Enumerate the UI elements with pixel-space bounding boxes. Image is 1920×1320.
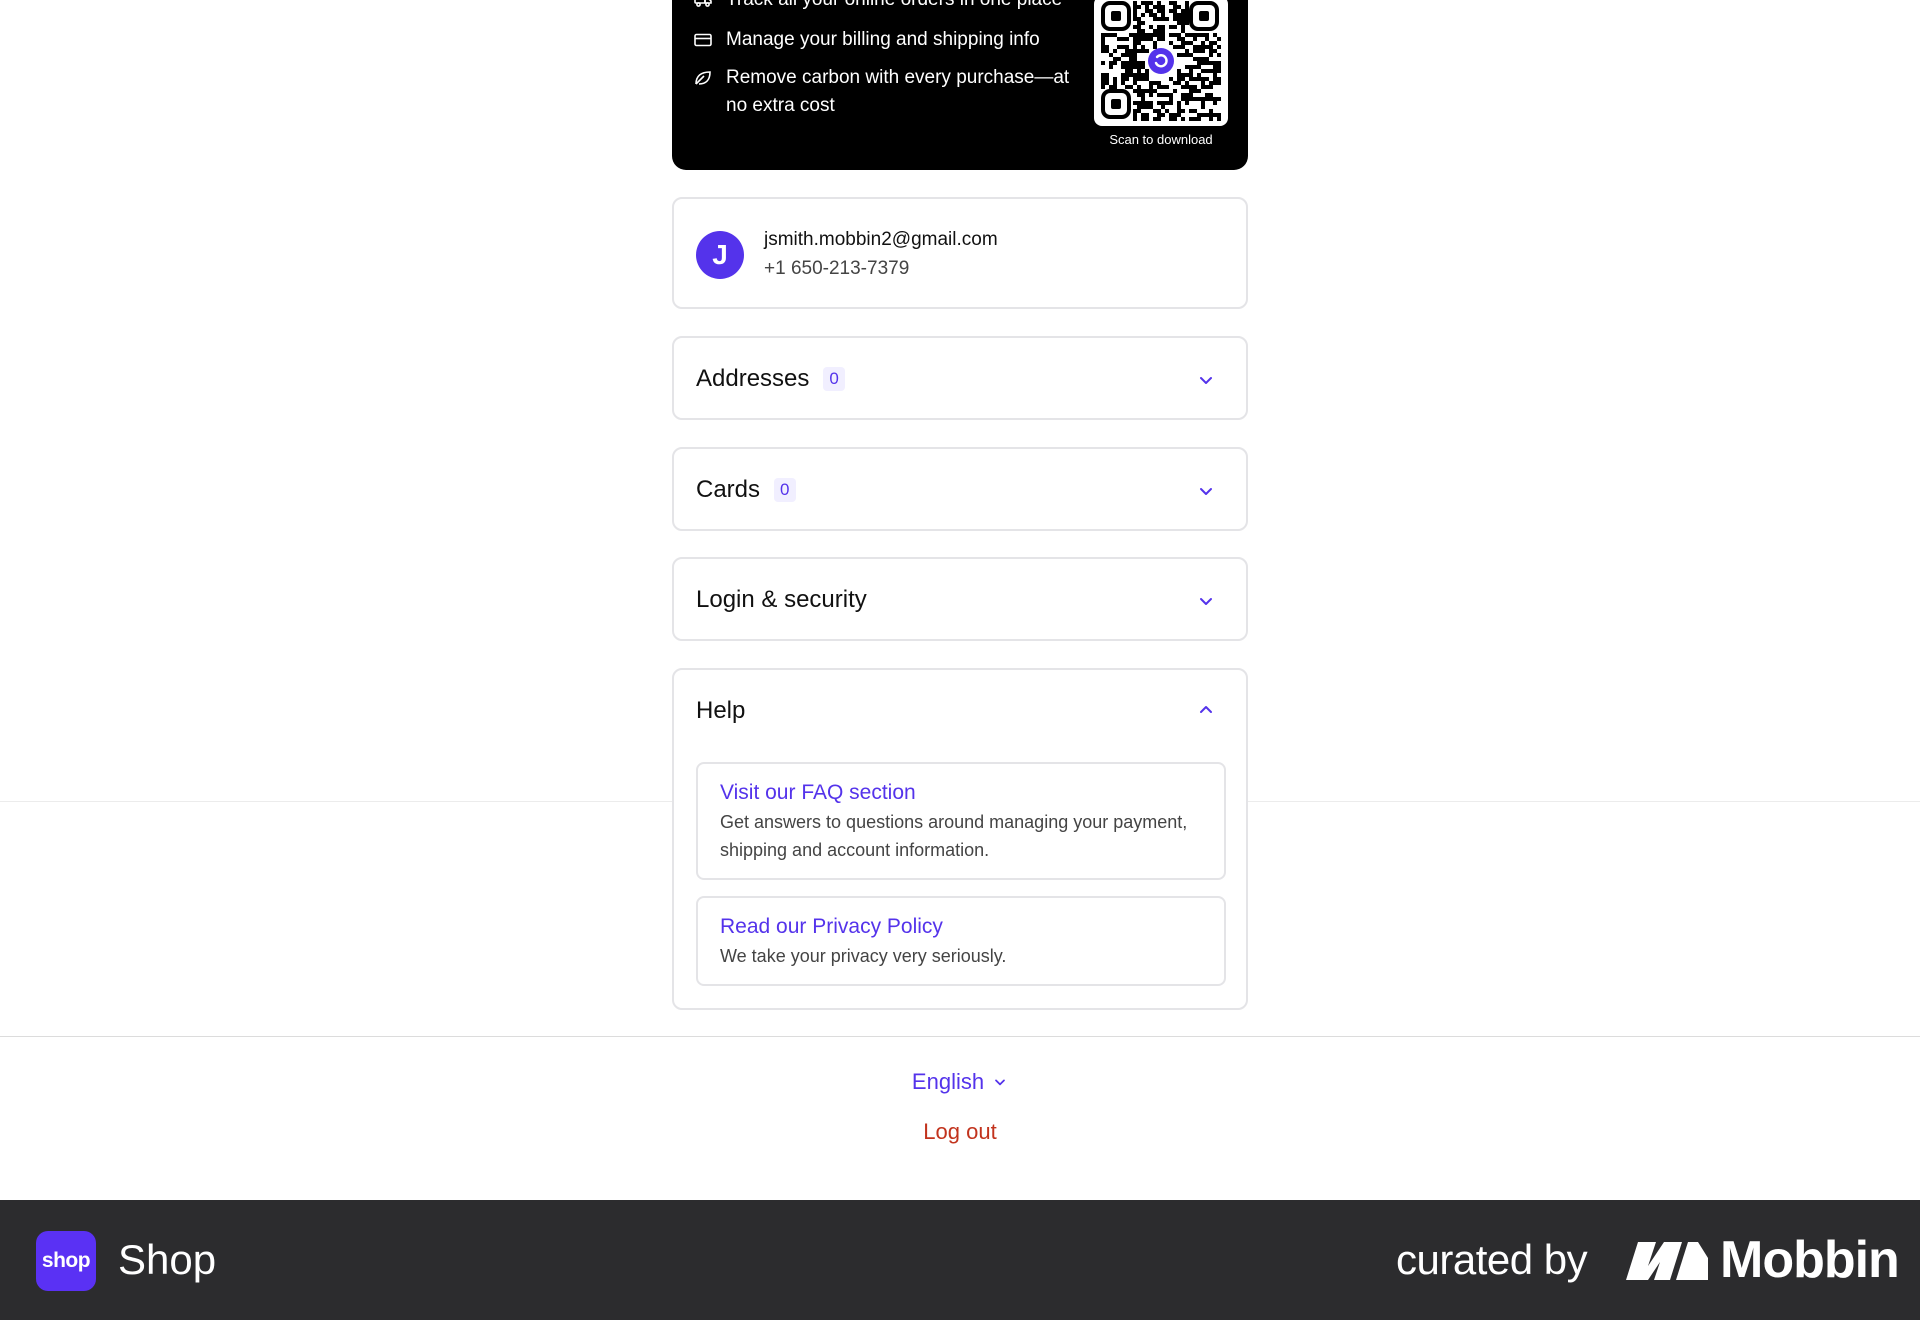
faq-link-title[interactable]: Visit our FAQ section	[720, 780, 1202, 806]
promo-text: Remove carbon with every purchase—at no …	[726, 67, 1070, 116]
leaf-icon	[694, 64, 712, 92]
cards-accordion[interactable]: Cards 0	[672, 447, 1248, 531]
promo-text: Track all your online orders in one plac…	[726, 0, 1062, 14]
help-header: Help	[696, 697, 745, 725]
footer-divider	[0, 1036, 1920, 1037]
truck-icon	[694, 0, 712, 14]
qr-code-pattern	[1101, 1, 1221, 121]
credit-card-icon	[694, 26, 712, 54]
login-security-label: Login & security	[696, 586, 867, 613]
account-card: J jsmith.mobbin2@gmail.com +1 650-213-73…	[672, 197, 1248, 309]
login-security-accordion[interactable]: Login & security	[672, 557, 1248, 641]
privacy-policy-link[interactable]: Read our Privacy Policy We take your pri…	[696, 896, 1226, 986]
mobbin-logo-icon	[1626, 1242, 1708, 1280]
mobbin-wordmark: Mobbin	[1720, 1231, 1900, 1289]
chevron-down-icon[interactable]	[1196, 481, 1216, 501]
cards-label: Cards	[696, 476, 761, 503]
shop-app-logo: shop	[36, 1231, 96, 1291]
chevron-down-icon[interactable]	[1196, 591, 1216, 611]
chevron-down-icon[interactable]	[1196, 370, 1216, 390]
promo-item-track: Track all your online orders in one plac…	[694, 0, 1084, 14]
privacy-link-title[interactable]: Read our Privacy Policy	[720, 914, 1202, 940]
promo-item-carbon: Remove carbon with every purchase—at no …	[694, 64, 1084, 120]
curated-by-text: curated by	[1396, 1236, 1588, 1283]
qr-code	[1094, 0, 1228, 126]
addresses-header: Addresses 0	[696, 365, 845, 393]
shop-app-name: Shop	[118, 1236, 217, 1283]
privacy-link-description: We take your privacy very seriously.	[720, 946, 1007, 966]
addresses-accordion[interactable]: Addresses 0	[672, 336, 1248, 420]
addresses-label: Addresses	[696, 365, 810, 392]
faq-link-description: Get answers to questions around managing…	[720, 812, 1188, 860]
avatar: J	[696, 231, 744, 279]
language-selector[interactable]: English	[0, 1069, 1920, 1095]
account-email: jsmith.mobbin2@gmail.com	[764, 229, 998, 250]
cards-count-badge: 0	[774, 478, 796, 502]
brand-bar: shop Shop curated by Mobbin	[0, 1200, 1920, 1320]
app-promo-card: Track all your online orders in one plac…	[672, 0, 1248, 170]
addresses-count-badge: 0	[823, 367, 845, 391]
logout-label[interactable]: Log out	[923, 1119, 996, 1144]
help-accordion[interactable]: Help Visit our FAQ section Get answers t…	[672, 668, 1248, 1010]
help-label: Help	[696, 697, 746, 724]
chevron-up-icon[interactable]	[1196, 700, 1216, 720]
promo-text: Manage your billing and shipping info	[726, 29, 1040, 50]
login-security-header: Login & security	[696, 586, 867, 614]
language-label[interactable]: English	[912, 1069, 984, 1095]
cards-header: Cards 0	[696, 476, 796, 504]
promo-item-billing: Manage your billing and shipping info	[694, 26, 1084, 54]
faq-link[interactable]: Visit our FAQ section Get answers to que…	[696, 762, 1226, 880]
chevron-down-icon	[995, 1079, 1005, 1086]
qr-caption: Scan to download	[1109, 132, 1213, 147]
account-phone: +1 650-213-7379	[764, 258, 910, 279]
logout-link[interactable]: Log out	[0, 1119, 1920, 1145]
